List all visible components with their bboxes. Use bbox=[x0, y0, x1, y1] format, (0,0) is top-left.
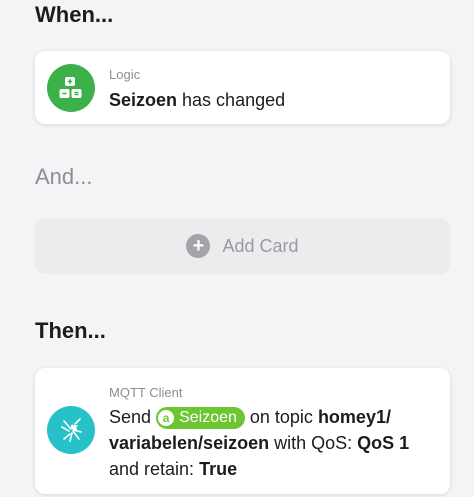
when-card[interactable]: Logic Seizoen has changed bbox=[35, 51, 450, 124]
variable-token[interactable]: a Seizoen bbox=[156, 407, 245, 429]
flow-editor: When... Logic Seizoen has changed And...… bbox=[0, 0, 474, 497]
on-topic-text: on topic bbox=[244, 407, 318, 427]
add-card-label: Add Card bbox=[222, 235, 299, 256]
card-app-name: Logic bbox=[109, 67, 141, 82]
trigger-text: has changed bbox=[177, 90, 286, 110]
qos-value[interactable]: QoS 1 bbox=[357, 433, 409, 453]
mqtt-mosquito-icon bbox=[47, 406, 95, 454]
when-heading: When... bbox=[35, 2, 114, 27]
send-text: Send bbox=[109, 407, 152, 427]
card-app-name: MQTT Client bbox=[109, 385, 183, 400]
card-sentence: Send a Seizoen on topic homey1/​variabele… bbox=[109, 404, 432, 482]
card-sentence: Seizoen has changed bbox=[109, 87, 432, 113]
retain-value[interactable]: True bbox=[199, 459, 237, 479]
variable-name: Seizoen bbox=[109, 90, 178, 110]
token-type-badge: a bbox=[158, 410, 175, 426]
add-card-button[interactable]: + Add Card bbox=[35, 218, 450, 274]
and-retain-text: and retain: bbox=[109, 459, 200, 479]
then-card[interactable]: MQTT Client Send a Seizoen on topic homey… bbox=[35, 368, 450, 494]
and-heading: And... bbox=[35, 164, 93, 189]
logic-icon bbox=[47, 64, 95, 112]
plus-circle-icon: + bbox=[186, 234, 211, 258]
token-label: Seizoen bbox=[179, 409, 237, 426]
with-qos-text: with QoS: bbox=[269, 433, 358, 453]
then-heading: Then... bbox=[35, 318, 106, 343]
